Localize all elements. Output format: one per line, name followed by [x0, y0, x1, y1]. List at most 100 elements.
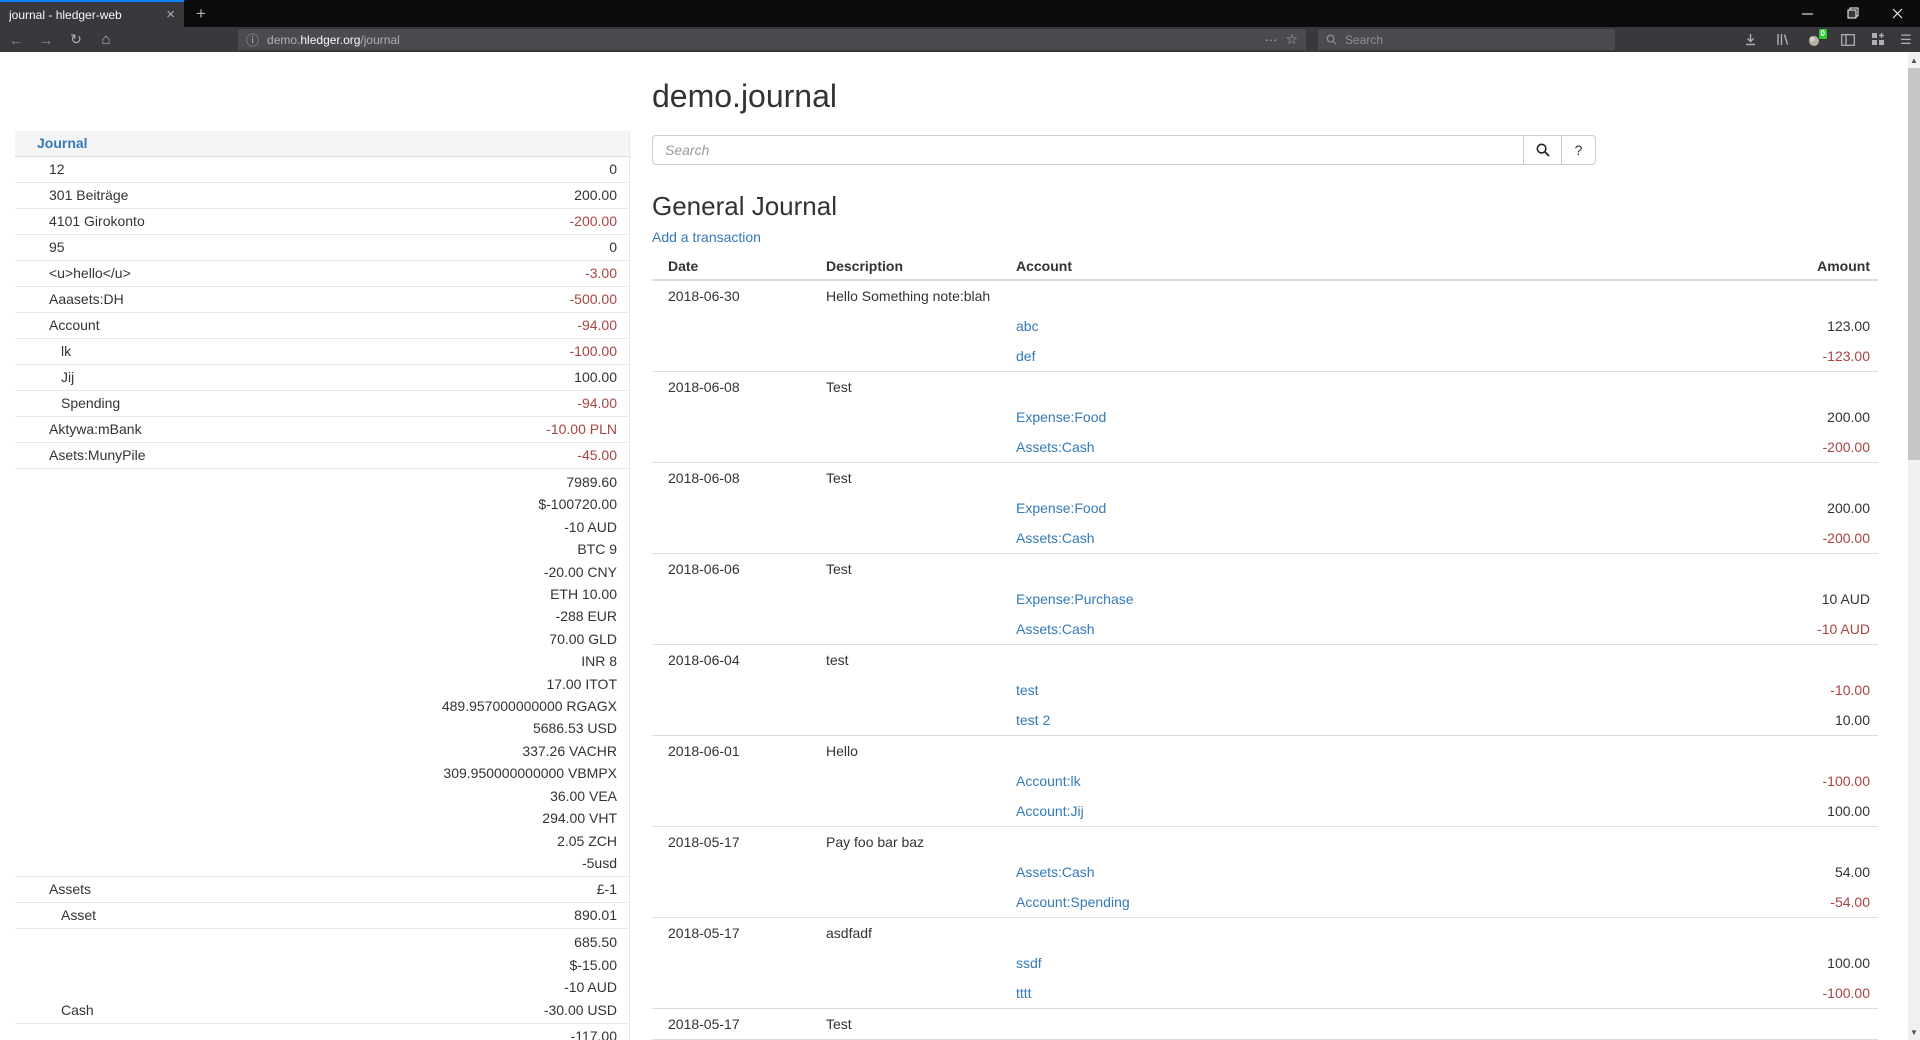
add-transaction-link[interactable]: Add a transaction — [652, 229, 761, 246]
transaction-title-row: 2018-06-30Hello Something note:blah — [652, 281, 1878, 311]
transaction[interactable]: 2018-06-08TestExpense:Food200.00Assets:C… — [652, 372, 1878, 463]
scroll-down-icon[interactable]: ▼ — [1908, 1024, 1920, 1040]
posting-account-link[interactable]: Assets:Cash — [1016, 530, 1095, 546]
transaction[interactable]: 2018-05-17Test — [652, 1009, 1878, 1040]
sidebar-account-link[interactable]: Assets — [49, 879, 91, 900]
posting-account-link[interactable]: ssdf — [1016, 955, 1042, 971]
search-button[interactable] — [1524, 135, 1562, 165]
sidebar-account-link[interactable]: Cash — [61, 1000, 94, 1021]
new-tab-button[interactable]: + — [184, 0, 218, 27]
sidebar-account-link[interactable]: 4101 Girokonto — [49, 211, 145, 232]
transaction-description: Test — [826, 470, 1016, 486]
scrollbar-thumb[interactable] — [1908, 68, 1920, 460]
balance-amount: -200.00 — [570, 211, 617, 232]
grid-add-icon[interactable] — [1864, 27, 1892, 52]
transaction[interactable]: 2018-05-17asdfadfssdf100.00tttt-100.00 — [652, 918, 1878, 1009]
browser-titlebar: journal - hledger-web × + — [0, 0, 1920, 27]
page-title: demo.journal — [652, 78, 1878, 114]
sidebar-account-link[interactable]: Asets:MunyPile — [49, 445, 145, 466]
sidebar-journal-link[interactable]: Journal — [37, 135, 88, 151]
posting-amount: 100.00 — [1678, 955, 1878, 971]
header-date: Date — [652, 253, 826, 279]
tab-close-icon[interactable]: × — [160, 7, 175, 22]
page-actions-icon[interactable]: ··· — [1264, 32, 1277, 47]
sidebar-account-balance: -200.00 — [570, 211, 617, 232]
scroll-up-icon[interactable]: ▲ — [1908, 52, 1920, 68]
restore-button[interactable] — [1830, 0, 1875, 26]
reload-button[interactable]: ↻ — [62, 27, 90, 52]
posting-account-link[interactable]: test — [1016, 682, 1039, 698]
section-title: General Journal — [652, 191, 1878, 221]
posting-account-cell: tttt — [1016, 985, 1678, 1001]
posting-account-link[interactable]: def — [1016, 348, 1035, 364]
page-scrollbar[interactable]: ▲ ▼ — [1908, 52, 1920, 1040]
posting-amount: -200.00 — [1678, 530, 1878, 546]
balance-amount: -117.00 — [571, 1026, 617, 1040]
sidebar-account-link[interactable]: 12 — [49, 159, 65, 180]
sidebar-account-link[interactable]: Spending — [61, 393, 120, 414]
sidebar-account-link[interactable]: lk — [61, 341, 71, 362]
transaction[interactable]: 2018-06-06TestExpense:Purchase10 AUDAsse… — [652, 554, 1878, 645]
sidebar-account-row: 950 — [15, 235, 629, 261]
transaction-title-row: 2018-05-17Pay foo bar baz — [652, 827, 1878, 857]
sidebar-account-link[interactable]: <u>hello</u> — [49, 263, 131, 284]
browser-tab[interactable]: journal - hledger-web × — [0, 0, 184, 27]
transaction[interactable]: 2018-06-04testtest-10.00test 210.00 — [652, 645, 1878, 736]
search-icon — [1536, 143, 1550, 157]
posting-account-link[interactable]: Account:Spending — [1016, 894, 1130, 910]
posting-account-link[interactable]: Assets:Cash — [1016, 864, 1095, 880]
posting-account-link[interactable]: test 2 — [1016, 712, 1050, 728]
browser-chrome: journal - hledger-web × + ← → ↻ ⌂ ⓘ demo… — [0, 0, 1920, 52]
sidebar-toggle-icon[interactable] — [1834, 27, 1862, 52]
posting-account-link[interactable]: Expense:Food — [1016, 500, 1106, 516]
sidebar-account-link[interactable]: Jij — [61, 367, 74, 388]
transaction-date: 2018-05-17 — [652, 834, 826, 850]
search-input[interactable] — [652, 135, 1524, 165]
extension-icon[interactable]: 0 — [1800, 27, 1828, 52]
forward-button[interactable]: → — [32, 27, 60, 52]
posting-account-cell: Assets:Cash — [1016, 530, 1678, 546]
site-info-icon[interactable]: ⓘ — [246, 30, 259, 49]
balance-amount: 70.00 GLD — [442, 628, 617, 650]
sidebar-account-link[interactable]: Asset — [61, 905, 96, 926]
posting-account-link[interactable]: Expense:Purchase — [1016, 591, 1134, 607]
browser-search-field[interactable]: Search — [1318, 29, 1615, 50]
minimize-button[interactable] — [1785, 0, 1830, 26]
sidebar-account-link[interactable]: 95 — [49, 237, 65, 258]
library-icon[interactable] — [1768, 27, 1796, 52]
header-description: Description — [826, 253, 1016, 279]
url-bar[interactable]: ⓘ demo.hledger.org/journal ··· ☆ — [238, 29, 1306, 50]
transaction[interactable]: 2018-05-17Pay foo bar bazAssets:Cash54.0… — [652, 827, 1878, 918]
posting-account-link[interactable]: Account:lk — [1016, 773, 1081, 789]
posting-account-link[interactable]: Account:Jij — [1016, 803, 1084, 819]
sidebar-account-balance: -500.00 — [570, 289, 617, 310]
posting-account-link[interactable]: Assets:Cash — [1016, 439, 1095, 455]
posting-account-cell: Assets:Cash — [1016, 864, 1678, 880]
transaction-title-row: 2018-06-01Hello — [652, 736, 1878, 766]
home-button[interactable]: ⌂ — [92, 27, 120, 52]
back-button[interactable]: ← — [2, 27, 30, 52]
transaction[interactable]: 2018-06-01HelloAccount:lk-100.00Account:… — [652, 736, 1878, 827]
sidebar-account-link[interactable]: 301 Beiträge — [49, 185, 128, 206]
posting-account-link[interactable]: Expense:Food — [1016, 409, 1106, 425]
posting-account-link[interactable]: abc — [1016, 318, 1039, 334]
transaction-description: Test — [826, 379, 1016, 395]
posting-amount: 100.00 — [1678, 803, 1878, 819]
menu-hamburger-icon[interactable]: ☰ — [1892, 27, 1920, 52]
posting-row: Assets:Cash -10 AUD — [652, 614, 1878, 644]
transaction[interactable]: 2018-06-08TestExpense:Food200.00Assets:C… — [652, 463, 1878, 554]
posting-account-link[interactable]: Assets:Cash — [1016, 621, 1095, 637]
sidebar-account-link[interactable]: Aktywa:mBank — [49, 419, 142, 440]
posting-account-link[interactable]: tttt — [1016, 985, 1032, 1001]
posting-account-cell: Account:lk — [1016, 773, 1678, 789]
search-help-button[interactable]: ? — [1562, 135, 1596, 165]
transaction[interactable]: 2018-06-30Hello Something note:blahabc12… — [652, 281, 1878, 372]
sidebar-account-link[interactable]: Aaasets:DH — [49, 289, 124, 310]
download-icon[interactable] — [1736, 27, 1764, 52]
bookmark-star-icon[interactable]: ☆ — [1285, 31, 1298, 48]
close-window-button[interactable] — [1875, 0, 1920, 26]
posting-amount: -10 AUD — [1678, 621, 1878, 637]
header-amount: Amount — [1678, 253, 1878, 279]
posting-row: test-10.00 — [652, 675, 1878, 705]
sidebar-account-link[interactable]: Account — [49, 315, 100, 336]
